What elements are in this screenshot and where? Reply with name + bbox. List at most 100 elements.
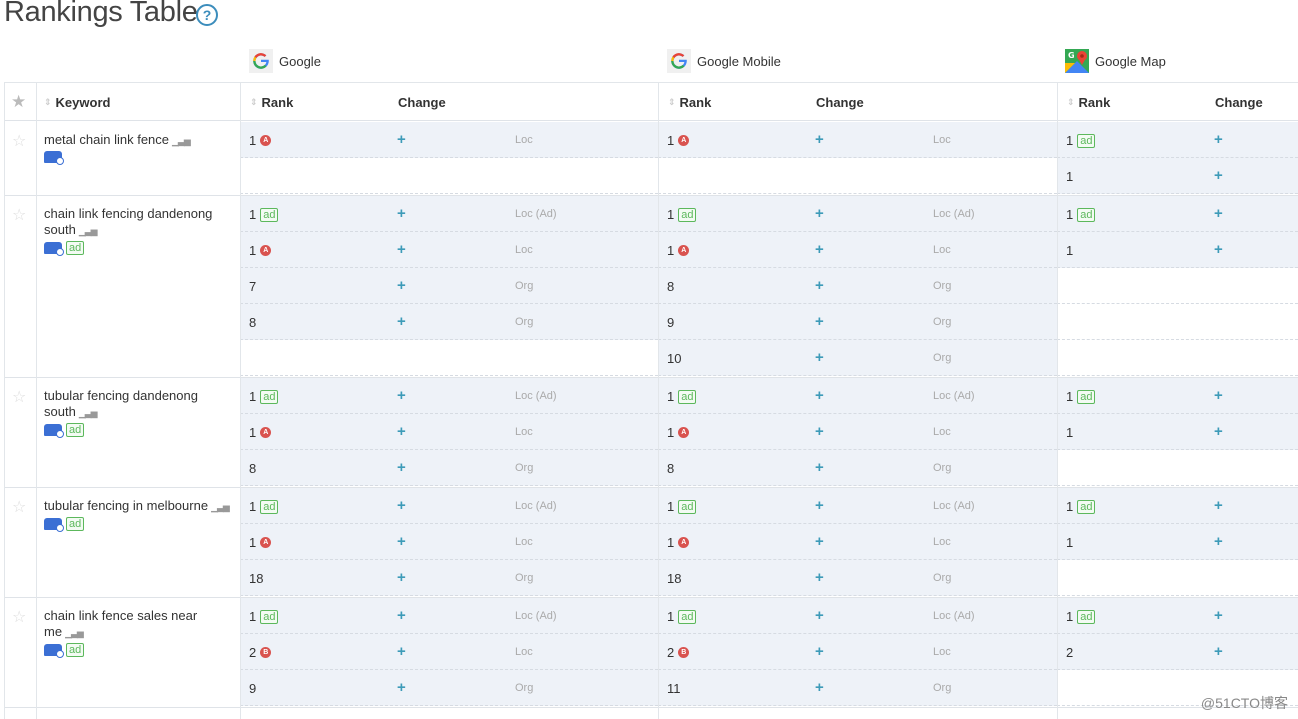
rank-row: 1 ad + bbox=[1057, 122, 1298, 158]
plus-icon[interactable]: + bbox=[1214, 167, 1223, 184]
question-circle-icon[interactable]: ? bbox=[196, 4, 218, 26]
rank-value: 18 bbox=[249, 571, 264, 586]
rank-row: 1 ad + Loc (Ad) bbox=[658, 598, 1057, 634]
result-type: Loc (Ad) bbox=[515, 208, 557, 220]
plus-icon[interactable]: + bbox=[815, 607, 824, 624]
plus-icon[interactable]: + bbox=[1214, 643, 1223, 660]
bar-chart-icon[interactable]: ▁▃▅ bbox=[211, 502, 230, 512]
keyword-text[interactable]: tubular fencing in melbourne bbox=[44, 498, 208, 513]
plus-icon[interactable]: + bbox=[815, 459, 824, 476]
rank-value: 1 ad bbox=[1066, 499, 1096, 514]
google-rank-header[interactable]: ⇕ Rank bbox=[250, 83, 293, 121]
keyword-header[interactable]: ⇕ Keyword bbox=[44, 83, 110, 121]
rank-row: 1 A + Loc bbox=[658, 414, 1057, 450]
plus-icon[interactable]: + bbox=[1214, 607, 1223, 624]
rank-value: 10 bbox=[667, 351, 682, 366]
result-type: Loc (Ad) bbox=[933, 610, 975, 622]
plus-icon[interactable]: + bbox=[815, 423, 824, 440]
bar-chart-icon[interactable]: ▁▃▅ bbox=[79, 226, 98, 236]
plus-icon[interactable]: + bbox=[397, 241, 406, 258]
keyword-text[interactable]: tubular fencing dandenong south bbox=[44, 388, 198, 419]
plus-icon[interactable]: + bbox=[815, 313, 824, 330]
rank-row: 1 + bbox=[1057, 158, 1298, 194]
result-type: Org bbox=[515, 462, 534, 474]
plus-icon[interactable]: + bbox=[397, 205, 406, 222]
bar-chart-icon[interactable]: ▁▃▅ bbox=[65, 628, 84, 638]
plus-icon[interactable]: + bbox=[815, 387, 824, 404]
plus-icon[interactable]: + bbox=[815, 277, 824, 294]
plus-icon[interactable]: + bbox=[1214, 497, 1223, 514]
engine-name: Google Map bbox=[1095, 53, 1166, 69]
rank-row: 10 + Org bbox=[658, 340, 1057, 376]
keyword-text[interactable]: metal chain link fence bbox=[44, 132, 169, 147]
plus-icon[interactable]: + bbox=[815, 349, 824, 366]
plus-icon[interactable]: + bbox=[815, 643, 824, 660]
keyword-row: ☆ metal chain link fence ▁▃▅ bbox=[4, 122, 240, 196]
map-change-header: Change bbox=[1215, 94, 1263, 110]
map-rank-header[interactable]: ⇕ Rank bbox=[1067, 83, 1110, 121]
result-type: Org bbox=[933, 280, 952, 292]
plus-icon[interactable]: + bbox=[815, 679, 824, 696]
rank-row: 1 ad + bbox=[1057, 378, 1298, 414]
plus-icon[interactable]: + bbox=[397, 459, 406, 476]
star-header-icon[interactable]: ★ bbox=[11, 83, 26, 121]
plus-icon[interactable]: + bbox=[815, 497, 824, 514]
rank-row: 8 + Org bbox=[240, 450, 658, 486]
bar-chart-icon[interactable]: ▁▃▅ bbox=[172, 136, 191, 146]
ad-badge: ad bbox=[260, 389, 279, 404]
google-rank-group: 1 ad + Loc (Ad) 1 A + Loc 18 + Org bbox=[240, 488, 658, 598]
plus-icon[interactable]: + bbox=[397, 131, 406, 148]
rank-row: 11 + Org bbox=[658, 670, 1057, 706]
column-divider bbox=[1057, 83, 1058, 719]
sort-icon: ⇕ bbox=[668, 96, 676, 107]
star-icon[interactable]: ☆ bbox=[12, 607, 26, 627]
plus-icon[interactable]: + bbox=[397, 277, 406, 294]
plus-icon[interactable]: + bbox=[397, 643, 406, 660]
star-icon[interactable]: ☆ bbox=[12, 131, 26, 151]
local-pack-icon bbox=[44, 518, 64, 532]
keyword-row: ☆ tubular fencing dandenong south ▁▃▅ ad bbox=[4, 378, 240, 488]
star-icon[interactable]: ☆ bbox=[12, 387, 26, 407]
plus-icon[interactable]: + bbox=[397, 313, 406, 330]
keyword-text[interactable]: chain link fencing dandenong south bbox=[44, 206, 212, 237]
result-type: Org bbox=[933, 352, 952, 364]
plus-icon[interactable]: + bbox=[397, 387, 406, 404]
engine-name: Google bbox=[279, 53, 321, 69]
rank-row: 8 + Org bbox=[658, 450, 1057, 486]
plus-icon[interactable]: + bbox=[1214, 131, 1223, 148]
plus-icon[interactable]: + bbox=[397, 497, 406, 514]
plus-icon[interactable]: + bbox=[1214, 241, 1223, 258]
mobile-rank-header[interactable]: ⇕ Rank bbox=[668, 83, 711, 121]
plus-icon[interactable]: + bbox=[397, 533, 406, 550]
rank-row: 9 + Org bbox=[240, 670, 658, 706]
engine-header-google-mobile: Google Mobile bbox=[667, 48, 781, 74]
plus-icon[interactable]: + bbox=[815, 569, 824, 586]
result-type: Org bbox=[933, 316, 952, 328]
plus-icon[interactable]: + bbox=[397, 423, 406, 440]
plus-icon[interactable]: + bbox=[397, 607, 406, 624]
rank-row: 1 ad + Loc (Ad) bbox=[240, 378, 658, 414]
ad-badge: ad bbox=[678, 609, 697, 624]
rank-row: 18 + Org bbox=[240, 560, 658, 596]
plus-icon[interactable]: + bbox=[1214, 205, 1223, 222]
star-icon[interactable]: ☆ bbox=[12, 205, 26, 225]
plus-icon[interactable]: + bbox=[1214, 533, 1223, 550]
rank-value: 1 bbox=[1066, 425, 1074, 440]
plus-icon[interactable]: + bbox=[815, 205, 824, 222]
plus-icon[interactable]: + bbox=[815, 131, 824, 148]
plus-icon[interactable]: + bbox=[1214, 387, 1223, 404]
rank-value: 1 ad bbox=[1066, 389, 1096, 404]
map-rank-group: 1 ad +1 + bbox=[1057, 196, 1298, 378]
plus-icon[interactable]: + bbox=[1214, 423, 1223, 440]
plus-icon[interactable]: + bbox=[397, 679, 406, 696]
result-type: Loc bbox=[515, 646, 533, 658]
plus-icon[interactable]: + bbox=[815, 241, 824, 258]
star-icon[interactable]: ☆ bbox=[12, 497, 26, 517]
plus-icon[interactable]: + bbox=[815, 533, 824, 550]
bar-chart-icon[interactable]: ▁▃▅ bbox=[79, 408, 98, 418]
ad-badge: ad bbox=[66, 517, 85, 531]
result-type: Loc bbox=[515, 244, 533, 256]
google-rank-group: 1 ad + Loc (Ad) 2 B + Loc 9 + Org bbox=[240, 598, 658, 708]
plus-icon[interactable]: + bbox=[397, 569, 406, 586]
rank-row bbox=[240, 158, 658, 194]
